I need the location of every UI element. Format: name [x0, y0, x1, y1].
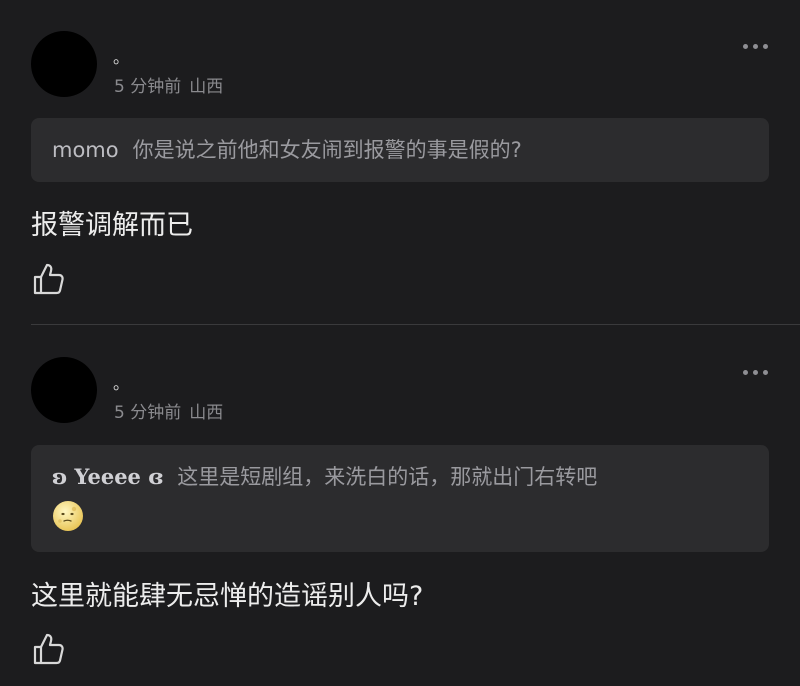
more-dots-icon[interactable]: [743, 44, 768, 49]
pale-moon-face-emoji: [53, 501, 83, 531]
comment-text: 报警调解而已: [31, 210, 193, 241]
quoted-username: ʚ Yeeee ɞ: [52, 464, 164, 489]
avatar[interactable]: [31, 357, 97, 423]
comment-meta: 5 分钟前 山西: [114, 398, 223, 423]
quoted-username: momo: [52, 138, 119, 162]
comment-text: 这里就能肆无忌惮的造谣别人吗?: [31, 581, 424, 612]
avatar[interactable]: [31, 31, 97, 97]
timestamp: 5 分钟前: [114, 77, 182, 97]
timestamp: 5 分钟前: [114, 403, 182, 423]
location: 山西: [189, 77, 224, 97]
comment-meta: 5 分钟前 山西: [114, 72, 223, 97]
thumbs-up-icon[interactable]: [31, 262, 65, 296]
more-dots-icon[interactable]: [743, 370, 768, 375]
username[interactable]: 。: [113, 44, 129, 68]
quoted-text: 你是说之前他和女友闹到报警的事是假的?: [132, 138, 522, 162]
quoted-reply[interactable]: ʚ Yeeee ɞ 这里是短剧组，来洗白的话，那就出门右转吧: [31, 445, 769, 552]
location: 山西: [189, 403, 224, 423]
quoted-text: 这里是短剧组，来洗白的话，那就出门右转吧: [177, 465, 598, 489]
comment-divider: [31, 324, 800, 325]
quoted-reply[interactable]: momo 你是说之前他和女友闹到报警的事是假的?: [31, 118, 769, 182]
username[interactable]: 。: [113, 370, 129, 394]
thumbs-up-icon[interactable]: [31, 632, 65, 666]
